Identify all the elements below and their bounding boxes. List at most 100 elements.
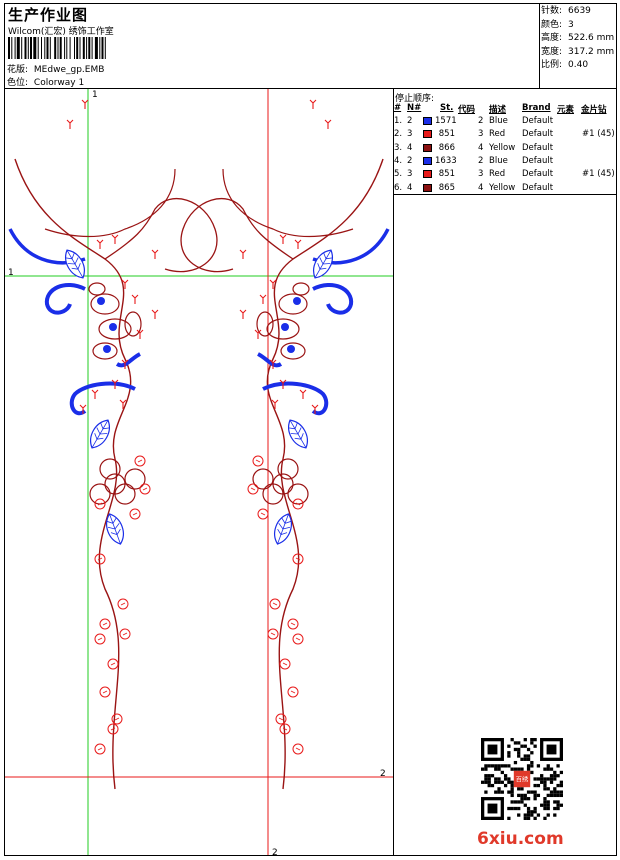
qr-module	[559, 790, 563, 794]
qr-module	[533, 816, 537, 820]
row-n: 3	[407, 129, 413, 140]
barcode-bar	[44, 37, 46, 59]
stat-label: 颜色:	[541, 19, 563, 30]
stat-row: 宽度: 317.2 mm	[541, 46, 614, 60]
barcode-bar	[74, 37, 75, 59]
qr-module	[526, 797, 531, 801]
color-swatch	[423, 143, 432, 152]
color-swatch	[423, 170, 432, 179]
qr-module	[533, 806, 537, 811]
qr-module	[494, 777, 498, 781]
qr-module	[533, 790, 537, 794]
petal-outline	[88, 282, 106, 296]
qr-module	[497, 787, 501, 791]
qr-module	[530, 810, 534, 814]
bud-stitch	[102, 690, 108, 694]
row-st: 851	[438, 129, 455, 140]
row-st: 851	[438, 169, 455, 180]
bud-stitch	[270, 632, 276, 636]
qr-module	[520, 744, 524, 748]
qr-module	[546, 787, 550, 791]
bud-stitch	[295, 747, 301, 751]
qr-module	[530, 790, 534, 794]
qr-module	[543, 787, 547, 791]
flower-petal	[252, 468, 274, 490]
red-sprig	[111, 234, 119, 244]
qr-module	[556, 793, 560, 798]
qr-module	[546, 806, 550, 811]
qr-module	[536, 793, 541, 798]
qr-module	[543, 797, 547, 801]
qr-module	[549, 790, 554, 794]
bud-stitch	[137, 459, 143, 463]
qr-module	[513, 747, 518, 752]
qr-module	[523, 754, 527, 758]
red-sprig	[131, 294, 139, 304]
row-brand: Default	[522, 116, 554, 126]
qr-module	[517, 813, 521, 817]
bud-stitch	[132, 512, 138, 516]
bud-stitch	[114, 717, 120, 721]
qr-module	[526, 764, 531, 768]
bud-stitch	[142, 487, 148, 491]
red-sprig	[91, 389, 99, 399]
blue-dot	[287, 345, 295, 353]
qr-module	[487, 764, 491, 768]
qr-module	[507, 806, 511, 811]
qr-module	[510, 793, 514, 798]
qr-module	[546, 803, 550, 807]
qr-module	[556, 774, 560, 778]
stop-sequence-panel: 停止顺序: # N# St. 代码 描述 Brand 元素 金片钻 1. 2 1571 2 Blue De…	[394, 90, 616, 194]
bud-stitch	[295, 637, 301, 641]
qr-module	[523, 738, 527, 742]
qr-module	[546, 813, 550, 817]
qr-module	[490, 764, 495, 768]
qr-module	[533, 777, 537, 781]
row-n: 4	[407, 142, 413, 153]
qr-module	[546, 767, 550, 771]
red-sprig	[294, 239, 302, 249]
barcode-bar	[30, 37, 32, 59]
qr-module	[517, 800, 521, 804]
barcode-bar	[46, 37, 49, 59]
blue-dot	[281, 323, 289, 331]
qr-module	[517, 793, 521, 798]
guide-marker: 1	[8, 268, 14, 278]
row-brand: Default	[522, 129, 554, 140]
barcode-bar	[94, 37, 98, 59]
vine-branch	[44, 168, 176, 238]
qr-code: 百绣	[481, 738, 563, 820]
header-col-code: 代码	[458, 105, 476, 115]
row-num: 3.	[394, 142, 403, 153]
barcode-bar	[101, 37, 104, 59]
qr-module	[553, 813, 557, 817]
qr-module	[526, 767, 531, 771]
row-desc: Red	[489, 129, 506, 140]
qr-module	[513, 800, 518, 804]
qr-module	[481, 767, 485, 771]
qr-module	[533, 744, 537, 748]
red-sprig	[324, 119, 332, 129]
vine-curl	[180, 198, 294, 273]
qr-module	[523, 797, 527, 801]
blue-satin-swirl	[44, 283, 86, 315]
qr-module	[530, 751, 534, 755]
stats-panel: 针数: 6639 颜色: 3 高度: 522.6 mm 宽度: 317.2 mm 比例: 0.40	[541, 5, 614, 73]
barcode-bar	[88, 37, 91, 59]
qr-module	[546, 777, 550, 781]
row-brand: Default	[522, 155, 554, 166]
row-desc: Yellow	[489, 182, 516, 193]
color-swatch	[423, 117, 432, 125]
stat-value: 6639	[568, 6, 591, 16]
qr-module	[487, 774, 491, 778]
bud-stitch	[272, 602, 278, 606]
qr-module	[513, 760, 518, 765]
qr-module	[556, 790, 560, 794]
petal-outline	[90, 293, 120, 315]
qr-module	[543, 777, 547, 781]
red-sprig	[151, 249, 159, 259]
qr-module	[533, 810, 537, 814]
qr-module	[497, 764, 501, 768]
qr-module	[559, 803, 563, 807]
row-code: 3	[478, 169, 484, 180]
